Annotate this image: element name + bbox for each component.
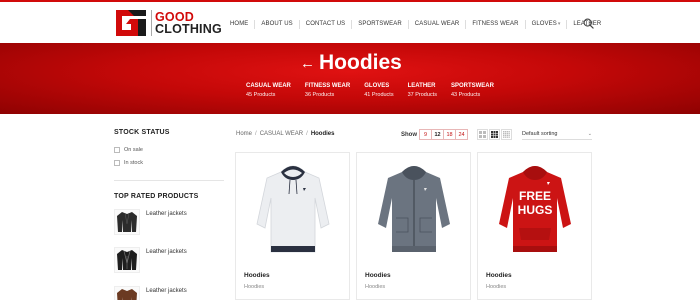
leather-jacket-image (117, 212, 137, 232)
product-thumbnail[interactable] (114, 209, 140, 235)
breadcrumb-current: Hoodies (310, 131, 335, 137)
filter-label: In stock (124, 160, 143, 166)
filter-label: On sale (124, 147, 143, 153)
grid-3-icon[interactable] (489, 129, 500, 140)
logo-line-2: CLOTHING (155, 22, 222, 36)
breadcrumb-home[interactable]: Home (236, 131, 252, 137)
product-image[interactable] (236, 153, 349, 263)
stock-status-heading: STOCK STATUS (114, 129, 170, 136)
logo-mark-icon (116, 10, 146, 36)
site-header: GOOD CLOTHING HOME ABOUT US CONTACT US S… (0, 2, 700, 43)
logo-text: GOOD CLOTHING (155, 11, 222, 36)
nav-home[interactable]: HOME (230, 21, 248, 27)
product-card[interactable]: Hoodies Hoodies (356, 152, 471, 300)
sidebar-divider (114, 180, 224, 181)
breadcrumb-separator: / (306, 131, 308, 137)
top-rated-item[interactable]: Leather jackets (114, 286, 187, 300)
product-title[interactable]: Hoodies (244, 272, 270, 279)
chevron-down-icon: ▾ (557, 21, 561, 27)
product-card[interactable]: FREE HUGS Hoodies Hoodies (477, 152, 592, 300)
top-rated-heading: TOP RATED PRODUCTS (114, 193, 199, 200)
nav-separator (254, 19, 256, 29)
nav-separator (465, 19, 467, 29)
category-name: FITNESS WEAR (304, 83, 351, 89)
grid-view-switcher (477, 129, 513, 140)
product-card[interactable]: Hoodies Hoodies (235, 152, 350, 300)
category-count: 36 Products (304, 92, 335, 98)
product-image[interactable] (357, 153, 470, 263)
product-name[interactable]: Leather jackets (146, 211, 187, 235)
sort-value: Default sorting (522, 131, 558, 137)
top-rated-item[interactable]: Leather jackets (114, 209, 187, 235)
breadcrumb-separator: / (255, 131, 257, 137)
breadcrumb: Home / CASUAL WEAR / Hoodies (236, 131, 334, 137)
sort-select[interactable]: Default sorting ⌄ (522, 129, 592, 140)
product-category[interactable]: Hoodies (486, 284, 506, 290)
checkbox[interactable] (114, 160, 120, 166)
top-rated-item[interactable]: Leather jackets (114, 247, 187, 273)
nav-gloves-label: GLOVES (531, 21, 557, 27)
category-name: CASUAL WEAR (246, 83, 291, 89)
back-arrow-icon[interactable]: ← (300, 55, 315, 72)
breadcrumb-casual-wear[interactable]: CASUAL WEAR (260, 131, 303, 137)
category-count: 45 Products (246, 92, 276, 98)
filter-in-stock[interactable]: In stock (114, 160, 143, 166)
category-link-sportswear[interactable]: SPORTSWEAR 43 Products (451, 83, 494, 98)
per-page-selector: Show 9 12 18 24 (401, 129, 468, 140)
product-name[interactable]: Leather jackets (146, 288, 187, 300)
nav-contact-us[interactable]: CONTACT US (306, 21, 345, 27)
product-category[interactable]: Hoodies (244, 284, 264, 290)
search-icon[interactable] (583, 18, 594, 29)
show-label: Show (401, 131, 417, 138)
product-category[interactable]: Hoodies (365, 284, 385, 290)
main-nav: HOME ABOUT US CONTACT US SPORTSWEAR CASU… (230, 19, 601, 29)
category-count: 41 Products (364, 92, 394, 98)
checkbox[interactable] (114, 147, 120, 153)
white-hoodie-image (256, 165, 329, 253)
filter-on-sale[interactable]: On sale (114, 147, 143, 153)
category-link-leather[interactable]: LEATHER 37 Products (408, 83, 437, 98)
nav-separator (524, 19, 526, 29)
svg-text:HUGS: HUGS (517, 203, 552, 217)
nav-sportswear[interactable]: SPORTSWEAR (358, 21, 402, 27)
category-name: GLOVES (364, 83, 390, 89)
logo[interactable]: GOOD CLOTHING (114, 8, 222, 38)
nav-separator (407, 19, 409, 29)
nav-about-us[interactable]: ABOUT US (261, 21, 292, 27)
category-link-fitness-wear[interactable]: FITNESS WEAR 36 Products (305, 83, 350, 98)
per-page-24[interactable]: 24 (455, 129, 468, 140)
leather-jacket-image (117, 250, 137, 270)
nav-gloves[interactable]: GLOVES ▾ (532, 21, 561, 27)
category-name: SPORTSWEAR (450, 83, 494, 89)
nav-separator (566, 19, 568, 29)
nav-casual-wear[interactable]: CASUAL WEAR (415, 21, 460, 27)
red-free-hugs-hoodie-image: FREE HUGS (498, 166, 571, 252)
product-thumbnail[interactable] (114, 286, 140, 300)
category-count: 37 Products (407, 92, 437, 98)
nav-separator (351, 19, 353, 29)
chevron-down-icon: ⌄ (587, 131, 592, 137)
nav-fitness-wear[interactable]: FITNESS WEAR (472, 21, 518, 27)
product-thumbnail[interactable] (114, 247, 140, 273)
page-title-text: Hoodies (319, 51, 402, 74)
product-image[interactable]: FREE HUGS (478, 153, 591, 263)
logo-divider (151, 10, 152, 36)
product-title[interactable]: Hoodies (486, 272, 512, 279)
category-link-casual-wear[interactable]: CASUAL WEAR 45 Products (246, 83, 291, 98)
grid-2-icon[interactable] (477, 129, 488, 140)
grey-zip-hoodie-image (377, 166, 450, 252)
product-title[interactable]: Hoodies (365, 272, 391, 279)
grid-4-icon[interactable] (501, 129, 512, 140)
category-name: LEATHER (407, 83, 436, 89)
category-link-gloves[interactable]: GLOVES 41 Products (364, 83, 393, 98)
category-count: 43 Products (450, 92, 481, 98)
product-name[interactable]: Leather jackets (146, 249, 187, 273)
category-links: CASUAL WEAR 45 Products FITNESS WEAR 36 … (246, 83, 508, 98)
leather-jacket-image (117, 289, 137, 300)
svg-text:FREE: FREE (518, 189, 550, 203)
nav-separator (298, 19, 300, 29)
page-title: ← Hoodies (300, 51, 402, 75)
